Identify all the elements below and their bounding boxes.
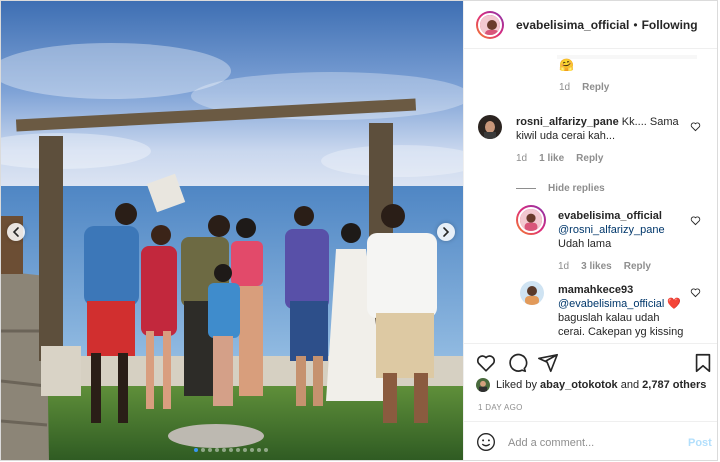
comment-icon [509, 353, 528, 373]
liker-avatar-image [476, 378, 490, 392]
comment-age: 1d [559, 82, 571, 93]
comment-likes[interactable]: 1 like [539, 153, 564, 164]
reply-likes[interactable]: 3 likes [581, 261, 612, 272]
like-reply-button[interactable] [690, 215, 701, 226]
commenter-avatar[interactable] [478, 115, 502, 139]
reply-button[interactable]: Reply [624, 261, 651, 272]
hide-replies-line [516, 188, 536, 189]
add-comment-input[interactable] [508, 434, 668, 452]
reply-body: mamahkece93 @evabelisima_official ❤️ bag… [558, 283, 688, 339]
carousel-dot [194, 448, 198, 452]
liker-username[interactable]: abay_otokotok [540, 379, 618, 391]
comment-body: rosni_alfarizy_pane Kk.... Sama kiwil ud… [516, 115, 686, 143]
reply-mention[interactable]: @evabelisima_official [558, 298, 664, 310]
carousel-dot [243, 448, 247, 452]
author-avatar-image [480, 14, 500, 35]
comment-composer: Post [464, 421, 717, 460]
like-comment-button[interactable] [690, 121, 701, 132]
bookmark-icon [695, 353, 711, 373]
carousel-dot [257, 448, 261, 452]
post-comment-button[interactable]: Post [688, 437, 712, 449]
carousel-dot [215, 448, 219, 452]
carousel-dot [222, 448, 226, 452]
post-image [1, 1, 463, 460]
post-actions-bar [464, 343, 717, 383]
comment-meta: 1d 1 like Reply [516, 153, 603, 164]
next-slide-button[interactable] [437, 223, 455, 241]
carousel-dot [236, 448, 240, 452]
instagram-post-window: evabelisima_official • Following 🤗 1d Re… [0, 0, 718, 461]
likes-count[interactable]: 2,787 others [642, 379, 706, 391]
heart-outline-icon [690, 122, 701, 132]
carousel-indicator [194, 448, 268, 452]
save-button[interactable] [692, 352, 714, 374]
carousel-dot [201, 448, 205, 452]
reply-username[interactable]: mamahkece93 [558, 283, 688, 297]
like-reply-button[interactable] [690, 287, 701, 298]
likes-summary: Liked by abay_otokotok and 2,787 others [476, 378, 706, 392]
previous-slide-button[interactable] [7, 223, 25, 241]
following-button[interactable]: Following [642, 18, 698, 32]
post-date[interactable]: 1 DAY AGO [478, 403, 523, 412]
hide-replies-toggle[interactable]: Hide replies [516, 183, 605, 194]
liker-avatar[interactable] [476, 378, 490, 392]
comment-username[interactable]: rosni_alfarizy_pane [516, 116, 619, 128]
commenter-avatar-image [478, 115, 502, 139]
reply-text: Udah lama [558, 238, 612, 250]
reply-username[interactable]: evabelisima_official [558, 209, 688, 223]
hide-replies-label: Hide replies [548, 183, 605, 194]
reply-author-avatar-image [520, 209, 542, 231]
reply-text: baguslah kalau udah cerai. Cakepan yg ki… [558, 312, 684, 338]
carousel-dot [264, 448, 268, 452]
carousel-dot [208, 448, 212, 452]
author-avatar[interactable] [476, 10, 504, 39]
heart-outline-icon [690, 288, 701, 298]
post-side-panel: evabelisima_official • Following 🤗 1d Re… [463, 1, 717, 460]
carousel-dot [250, 448, 254, 452]
reply-meta: 1d 3 likes Reply [558, 261, 651, 272]
comments-list[interactable]: 🤗 1d Reply rosni_alfarizy_pane Kk.... Sa… [464, 49, 717, 343]
post-photo[interactable] [1, 1, 463, 460]
post-header: evabelisima_official • Following [464, 1, 717, 49]
reply-author-avatar[interactable] [516, 205, 546, 235]
emoji-icon [477, 433, 495, 451]
like-button[interactable] [475, 352, 497, 374]
comment-button[interactable] [506, 352, 528, 374]
reply-age: 1d [558, 261, 570, 272]
reply-author-avatar-image [520, 281, 544, 305]
truncated-comment-line [557, 55, 697, 59]
reply-button[interactable]: Reply [582, 82, 609, 93]
chevron-left-icon [12, 227, 19, 237]
carousel-dot [229, 448, 233, 452]
chevron-right-icon [443, 227, 450, 237]
author-username[interactable]: evabelisima_official [516, 18, 629, 32]
heart-outline-icon [690, 216, 701, 226]
heart-icon [476, 355, 496, 372]
heart-emoji: ❤️ [667, 298, 682, 310]
share-button[interactable] [537, 352, 559, 374]
reply-body: evabelisima_official @rosni_alfarizy_pan… [558, 209, 688, 251]
hug-emoji: 🤗 [559, 58, 574, 72]
likes-joiner: and [620, 379, 640, 391]
likes-prefix: Liked by [496, 379, 537, 391]
share-icon [538, 353, 558, 373]
header-separator: • [633, 17, 638, 32]
comment-meta: 1d Reply [559, 82, 609, 93]
emoji-picker-button[interactable] [476, 432, 496, 452]
comment-age: 1d [516, 153, 528, 164]
reply-button[interactable]: Reply [576, 153, 603, 164]
reply-mention[interactable]: @rosni_alfarizy_pane [558, 223, 688, 237]
reply-author-avatar[interactable] [520, 281, 544, 305]
